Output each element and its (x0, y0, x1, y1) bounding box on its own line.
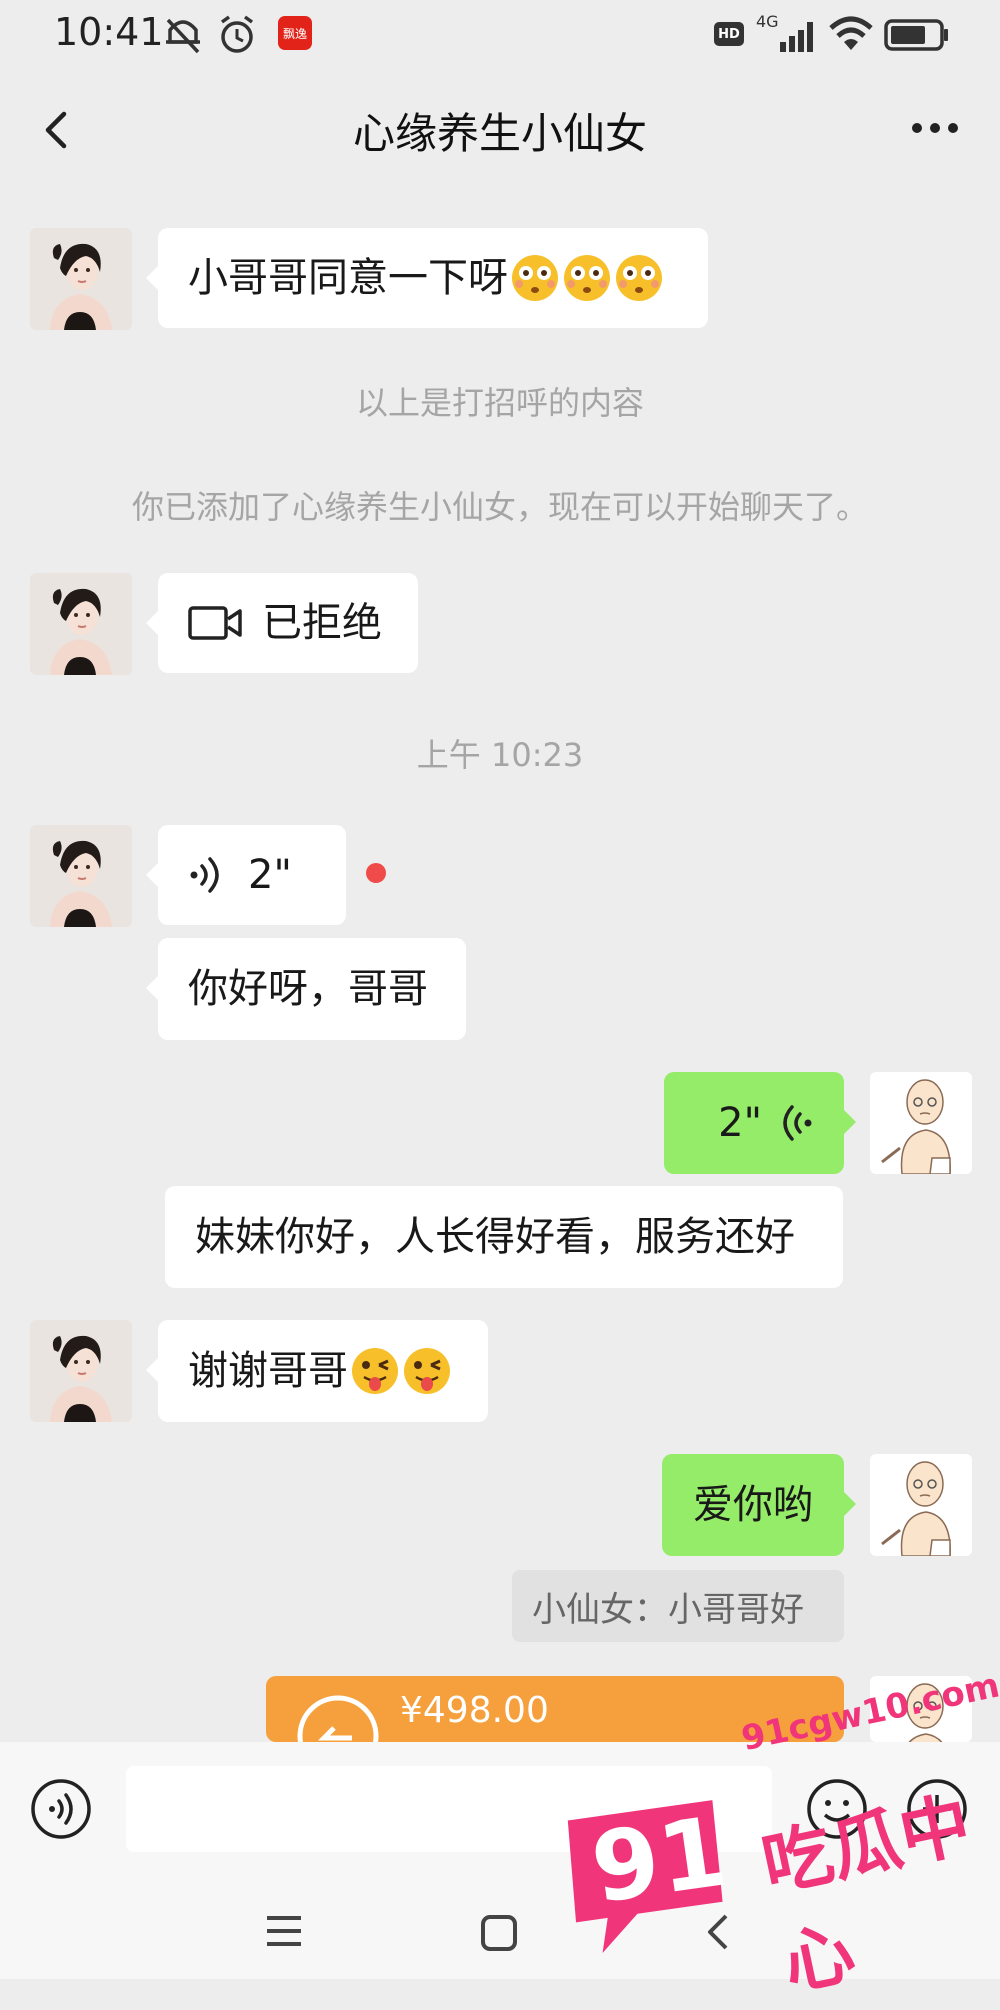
winking-tongue-emoji (352, 1348, 398, 1394)
voice-input-button[interactable] (30, 1778, 92, 1840)
more-dots-icon (912, 123, 958, 133)
video-call-icon (188, 606, 242, 640)
voice-message-bubble[interactable]: 2" (146, 825, 346, 925)
message-bubble[interactable]: 小哥哥同意一下呀 (146, 228, 708, 328)
mute-icon (166, 18, 200, 54)
voice-icon (190, 857, 219, 893)
status-bar: 10:41 飘逸 HD 4G (0, 0, 1000, 70)
transfer-icon (297, 1695, 379, 1742)
voice-duration: 2" (248, 852, 292, 898)
contact-avatar[interactable] (30, 825, 132, 927)
user-avatar[interactable] (870, 1454, 972, 1556)
app-badge-label: 飘逸 (282, 26, 307, 41)
hd-badge: HD (714, 22, 744, 46)
voice-message-bubble-out[interactable]: 2" (664, 1072, 856, 1174)
unread-dot (366, 863, 386, 883)
home-button[interactable] (480, 1914, 518, 1952)
voice-duration: 2" (718, 1100, 762, 1146)
quoted-reply[interactable]: 小仙女：小哥哥好 (512, 1570, 844, 1642)
app-notification-icon: 飘逸 (278, 16, 312, 50)
video-call-bubble[interactable]: 已拒绝 (146, 573, 418, 673)
contact-avatar[interactable] (30, 1320, 132, 1422)
watermark-number: 91 (585, 1795, 733, 1925)
signal-icon (780, 22, 813, 52)
timestamp: 上午 10:23 (416, 736, 584, 774)
message-text: 妹妹你好，人长得好看，服务还好 (195, 1214, 795, 1260)
system-message: 你已添加了心缘养生小仙女，现在可以开始聊天了。 (131, 488, 868, 526)
transfer-amount: ¥498.00 (400, 1690, 549, 1731)
page-title: 心缘养生小仙女 (352, 109, 647, 158)
user-avatar[interactable] (870, 1072, 972, 1174)
more-button[interactable] (910, 118, 960, 138)
hd-label: HD (718, 26, 740, 42)
quote-text: 小仙女：小哥哥好 (532, 1589, 804, 1630)
message-text: 爱你哟 (693, 1482, 813, 1528)
home-square-icon (481, 1915, 517, 1951)
message-bubble[interactable]: 谢谢哥哥 (146, 1320, 488, 1422)
winking-tongue-emoji (404, 1348, 450, 1394)
menu-icon (267, 1916, 301, 1946)
wifi-icon (829, 16, 873, 50)
contact-avatar[interactable] (30, 228, 132, 330)
message-text: 谢谢哥哥 (188, 1348, 348, 1394)
message-text: 你好呀，哥哥 (188, 966, 428, 1012)
message-bubble[interactable]: 妹妹你好，人长得好看，服务还好 (165, 1186, 843, 1288)
message-text: 小哥哥同意一下呀 (188, 255, 508, 301)
contact-avatar[interactable] (30, 573, 132, 675)
status-time: 10:41 (54, 10, 164, 54)
message-text: 已拒绝 (262, 600, 382, 646)
flushed-face-emoji (512, 255, 558, 301)
battery-icon (884, 19, 948, 51)
message-bubble-out[interactable]: 爱你哟 (662, 1454, 856, 1556)
message-bubble[interactable]: 你好呀，哥哥 (146, 938, 466, 1040)
recent-apps-button[interactable] (264, 1914, 304, 1948)
voice-icon (783, 1105, 812, 1141)
alarm-icon (220, 15, 254, 53)
flushed-face-emoji (564, 255, 610, 301)
watermark-logo: 91 (553, 1789, 742, 1959)
system-message: 以上是打招呼的内容 (355, 384, 644, 422)
flushed-face-emoji (616, 255, 662, 301)
voice-mode-icon (31, 1779, 91, 1839)
